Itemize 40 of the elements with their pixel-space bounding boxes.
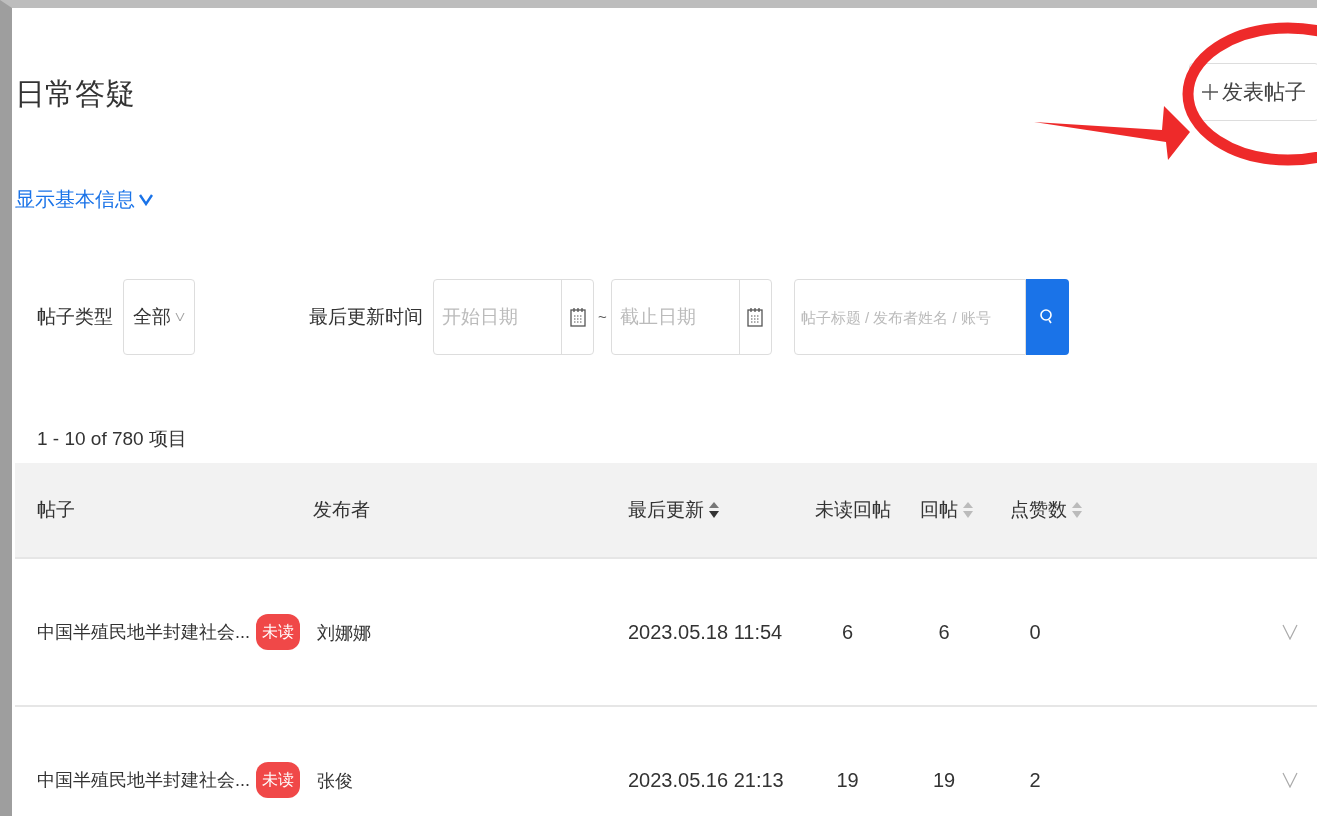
calendar-icon xyxy=(747,307,764,327)
filter-label: 最后更新时间 xyxy=(309,304,423,329)
result-count: 1 - 10 of 780 项目 xyxy=(36,427,188,451)
calendar-icon xyxy=(569,307,586,327)
unread-badge: 未读 xyxy=(256,762,300,798)
reply-count: 6 xyxy=(938,621,950,643)
column-header[interactable]: 点赞数 xyxy=(1010,495,1067,525)
column-header[interactable]: 回帖 xyxy=(920,495,958,525)
post-title[interactable]: 中国半殖民地半封建社会... xyxy=(37,618,250,646)
publisher-name: 刘娜娜 xyxy=(317,623,371,643)
chevron-icon xyxy=(1282,624,1298,640)
show-info-toggle[interactable]: 显示基本信息 xyxy=(15,184,153,214)
column-header: 帖子 xyxy=(37,497,75,522)
column-header: 发布者 xyxy=(313,497,370,522)
chevron-icon xyxy=(139,192,153,206)
unread-badge: 未读 xyxy=(256,614,300,650)
column-header[interactable]: 最后更新 xyxy=(628,495,704,525)
chevron-icon xyxy=(1282,772,1298,788)
caret-icon xyxy=(175,312,185,322)
unread-count: 6 xyxy=(841,621,854,643)
search-button[interactable] xyxy=(1025,279,1069,355)
filter-label: 帖子类型 xyxy=(37,304,113,329)
like-count: 0 xyxy=(1029,621,1041,643)
publisher-name: 张俊 xyxy=(317,771,353,791)
update-time: 2023.05.18 11:54 xyxy=(628,621,783,643)
range-separator: ~ xyxy=(598,306,607,327)
post-type-dropdown[interactable]: 全部 xyxy=(123,279,195,355)
new-post-button[interactable]: 发表帖子 xyxy=(1189,63,1317,121)
post-title[interactable]: 中国半殖民地半封建社会... xyxy=(37,766,250,794)
end-date-field[interactable]: 截止日期 xyxy=(610,279,772,355)
page-title: 日常答疑 xyxy=(15,75,135,112)
search-field[interactable]: 帖子标题 / 发布者姓名 / 账号 xyxy=(793,279,1026,355)
unread-count: 19 xyxy=(836,769,859,791)
reply-count: 19 xyxy=(932,769,956,791)
plus-icon xyxy=(1202,84,1218,100)
like-count: 2 xyxy=(1029,769,1041,791)
start-date-field[interactable]: 开始日期 xyxy=(433,279,594,355)
search-icon xyxy=(1040,308,1055,326)
column-header: 未读回帖 xyxy=(815,497,891,522)
update-time: 2023.05.16 21:13 xyxy=(628,769,784,791)
